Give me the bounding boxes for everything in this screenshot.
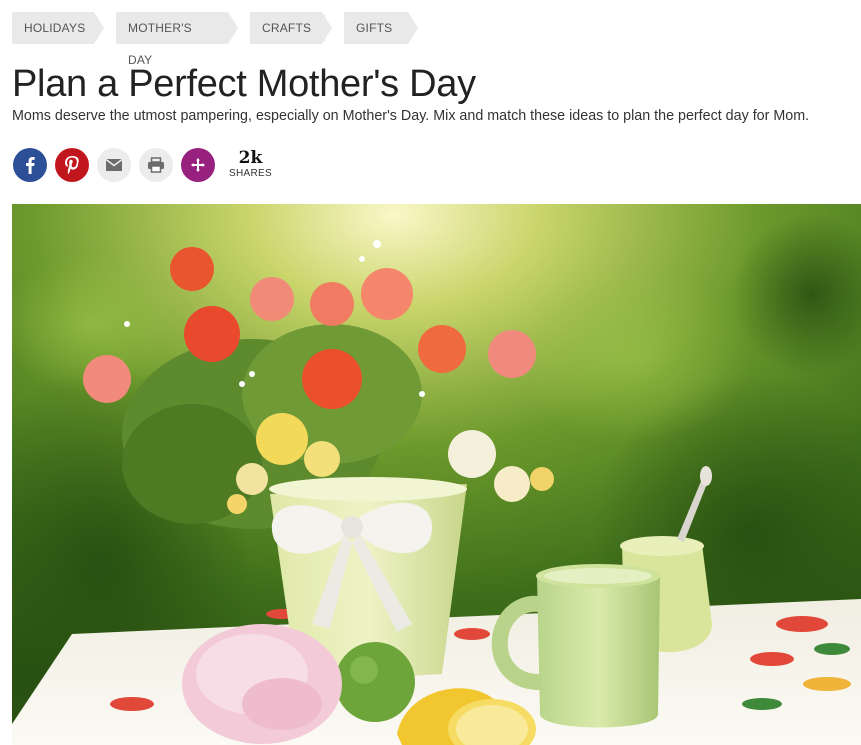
more-share-button[interactable]: [181, 147, 215, 182]
hero-image: [12, 204, 861, 745]
share-count: 2k SHARES: [229, 150, 272, 179]
share-count-value: 2k: [238, 148, 263, 168]
printer-icon: [148, 156, 164, 173]
tag-crafts[interactable]: CRAFTS: [250, 12, 332, 44]
plus-icon: [191, 157, 205, 172]
facebook-share-button[interactable]: [13, 147, 47, 182]
email-share-button[interactable]: [97, 147, 131, 182]
share-count-label: SHARES: [229, 168, 272, 179]
breadcrumb: HOLIDAYS MOTHER'S DAY CRAFTS GIFTS: [12, 12, 430, 67]
print-button[interactable]: [139, 147, 173, 182]
mothers-day-flowers-photo: [12, 204, 861, 745]
tag-mothers-day[interactable]: MOTHER'S DAY: [116, 12, 238, 67]
facebook-icon: [26, 156, 35, 174]
tag-holidays[interactable]: HOLIDAYS: [12, 12, 104, 44]
pinterest-icon: [65, 155, 79, 174]
share-bar: 2k SHARES: [13, 147, 272, 182]
pinterest-share-button[interactable]: [55, 147, 89, 182]
envelope-icon: [105, 158, 123, 171]
page-subtitle: Moms deserve the utmost pampering, espec…: [12, 108, 810, 124]
page-title: Plan a Perfect Mother's Day: [12, 63, 476, 105]
tag-gifts[interactable]: GIFTS: [344, 12, 418, 44]
